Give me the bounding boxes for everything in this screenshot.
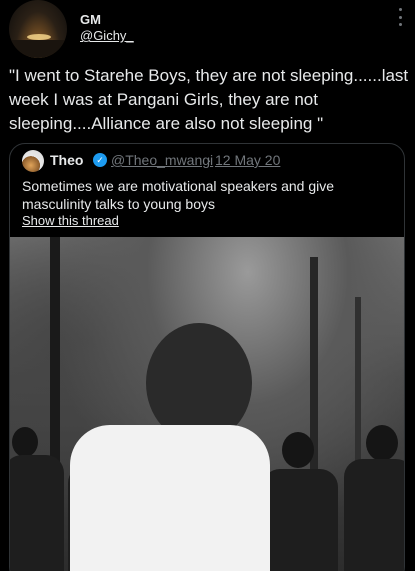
photo-speaker — [70, 425, 270, 571]
quoted-separator: · — [207, 152, 212, 168]
tweet-text: "I went to Starehe Boys, they are not sl… — [9, 66, 409, 133]
avatar-landscape — [9, 40, 67, 58]
quoted-date[interactable]: 12 May 20 — [215, 152, 280, 168]
more-vertical-icon[interactable] — [397, 8, 403, 26]
photo-student — [344, 459, 404, 571]
photo-student-head — [366, 425, 398, 461]
author-display-name[interactable]: GM — [80, 12, 101, 27]
quoted-tweet-card[interactable]: Theo ✓ @Theo_mwangi · 12 May 20 Sometime… — [9, 143, 405, 571]
quoted-author-name[interactable]: Theo — [50, 152, 83, 168]
verified-badge-icon: ✓ — [93, 153, 107, 167]
quoted-author-handle[interactable]: @Theo_mwangi — [111, 152, 213, 168]
author-handle[interactable]: @Gichy_ — [80, 28, 134, 43]
photo-student-head — [12, 427, 38, 457]
photo-student — [10, 455, 64, 571]
photo-student-head — [282, 432, 314, 468]
quoted-author-avatar[interactable] — [22, 150, 44, 172]
author-avatar[interactable] — [9, 0, 67, 58]
show-thread-link[interactable]: Show this thread — [22, 213, 119, 228]
avatar-sun — [27, 34, 51, 40]
quoted-tweet-text: Sometimes we are motivational speakers a… — [22, 178, 335, 212]
photo-student — [262, 469, 338, 571]
quoted-tweet-photo[interactable] — [10, 237, 404, 571]
photo-tree — [50, 237, 60, 487]
